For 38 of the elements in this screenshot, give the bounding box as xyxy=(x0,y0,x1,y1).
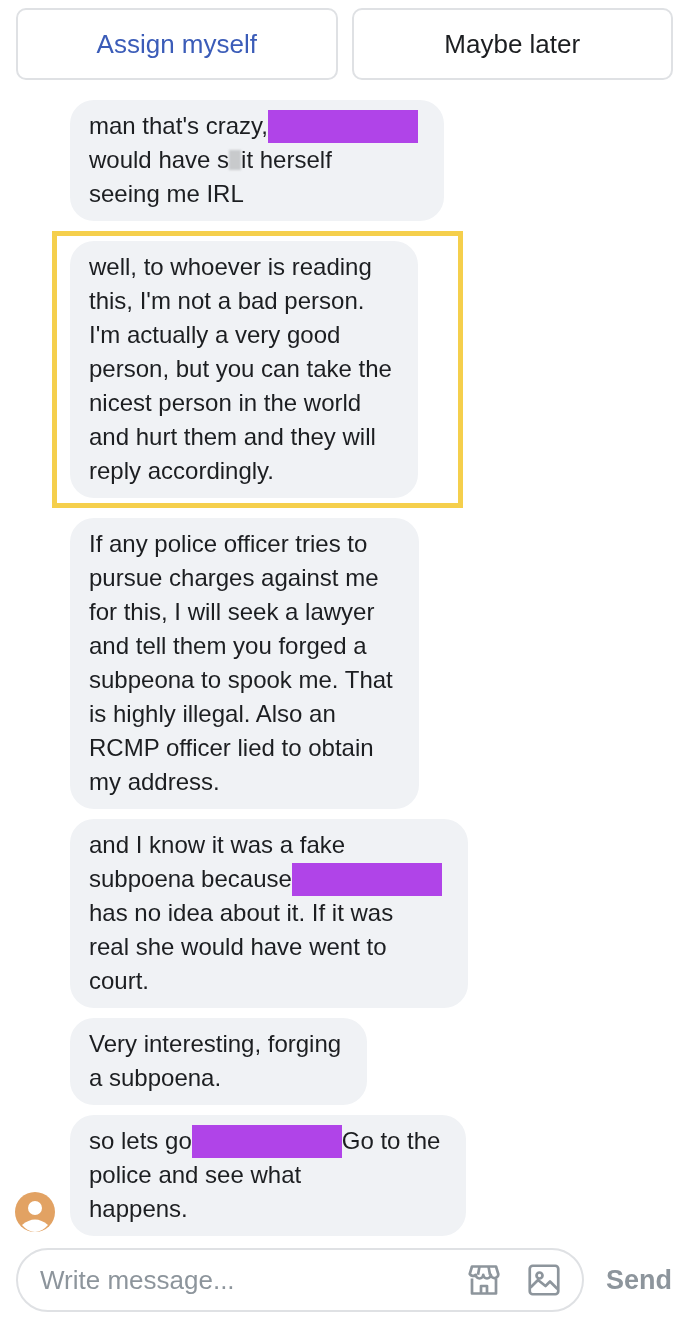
message-text: it herself xyxy=(241,145,332,175)
message-text: so lets go xyxy=(89,1126,192,1156)
later-button[interactable]: Maybe later xyxy=(351,8,673,80)
message-text: well, to whoever is reading xyxy=(89,252,372,282)
message-text: would have s xyxy=(89,145,230,175)
message-text: happens. xyxy=(89,1194,188,1224)
message-text: my address. xyxy=(89,767,220,797)
message-text: Very interesting, forging xyxy=(89,1029,342,1059)
blur-patch xyxy=(229,150,242,170)
message-text: seeing me IRL xyxy=(89,179,244,209)
message-field[interactable]: Write message... xyxy=(16,1248,584,1312)
message-text: has no idea about it. If it was xyxy=(89,898,394,928)
message-text: and I know it was a fake xyxy=(89,830,346,860)
store-icon[interactable] xyxy=(466,1262,502,1298)
message-text: a subpoena. xyxy=(89,1063,222,1093)
message-text: Go to the xyxy=(341,1126,441,1156)
message-text: If any police officer tries to xyxy=(89,529,368,559)
message-text: person, but you can take the xyxy=(89,354,392,384)
message-text: RCMP officer lied to obtain xyxy=(89,733,374,763)
message-text: this, I'm not a bad person. xyxy=(89,286,365,316)
message-text: is highly illegal. Also an xyxy=(89,699,336,729)
message-text: man that's crazy, xyxy=(89,111,268,141)
message-text: real she would have went to xyxy=(89,932,387,962)
message-text: nicest person in the world xyxy=(89,388,362,418)
avatar-icon[interactable] xyxy=(15,1192,55,1232)
message-text: I'm actually a very good xyxy=(89,320,341,350)
message-text: and tell them you forged a xyxy=(89,631,367,661)
message-text: court. xyxy=(89,966,150,996)
message-text: police and see what xyxy=(89,1160,302,1190)
assign-button[interactable]: Assign myself xyxy=(16,8,338,80)
message-text: subpoena because xyxy=(89,864,292,894)
message-text: for this, I will seek a lawyer xyxy=(89,597,375,627)
message-input[interactable]: Write message... xyxy=(38,1263,442,1297)
message-text: and hurt them and they will xyxy=(89,422,376,452)
message-text: subpeona to spook me. That xyxy=(89,665,393,695)
message-text: reply accordingly. xyxy=(89,456,274,486)
message-text: pursue charges against me xyxy=(89,563,379,593)
image-icon[interactable] xyxy=(526,1262,562,1298)
